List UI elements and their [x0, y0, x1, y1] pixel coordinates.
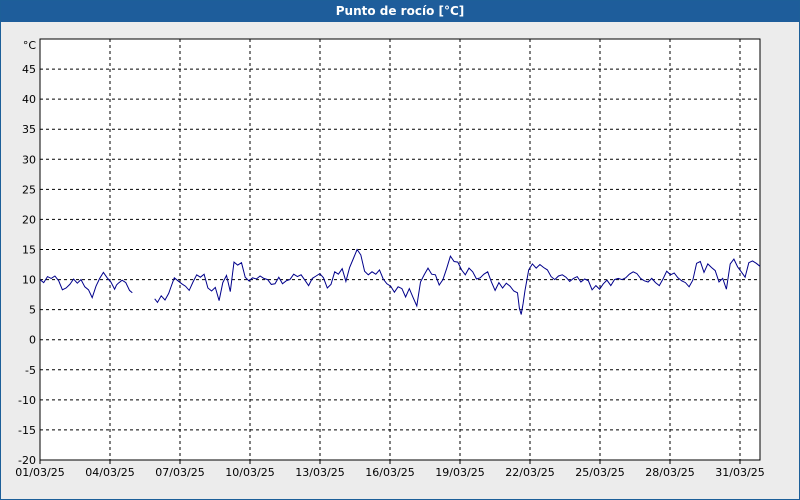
x-tick-label: 16/03/25 — [365, 466, 414, 479]
y-axis: -20-15-10-5051015202530354045 — [18, 63, 36, 467]
x-tick-label: 10/03/25 — [225, 466, 274, 479]
x-tick-label: 01/03/25 — [15, 466, 64, 479]
x-tick-label: 25/03/25 — [575, 466, 624, 479]
x-tick-label: 04/03/25 — [85, 466, 134, 479]
x-tick-label: 13/03/25 — [295, 466, 344, 479]
y-tick-label: 0 — [29, 334, 36, 347]
x-tick-label: 19/03/25 — [435, 466, 484, 479]
y-tick-label: -15 — [18, 424, 36, 437]
y-tick-label: -5 — [25, 364, 36, 377]
y-axis-unit-label: °C — [23, 39, 37, 52]
y-tick-label: 10 — [22, 274, 36, 287]
y-tick-label: 30 — [22, 153, 36, 166]
x-tick-label: 28/03/25 — [645, 466, 694, 479]
x-axis: 01/03/25 04/03/25 07/03/25 10/03/25 13/03/25… — [15, 460, 765, 479]
y-tick-label: 15 — [22, 244, 36, 257]
y-tick-label: -10 — [18, 394, 36, 407]
dew-point-chart: -20-15-10-5051015202530354045 01/03/25 04… — [15, 38, 765, 479]
y-tick-label: 40 — [22, 93, 36, 106]
y-tick-label: 20 — [22, 213, 36, 226]
x-tick-label: 07/03/25 — [155, 466, 204, 479]
y-tick-label: 45 — [22, 63, 36, 76]
x-tick-label: 22/03/25 — [505, 466, 554, 479]
y-tick-label: 35 — [22, 123, 36, 136]
x-tick-label: 31/03/25 — [715, 466, 764, 479]
y-tick-label: 25 — [22, 183, 36, 196]
y-tick-label: 5 — [29, 304, 36, 317]
